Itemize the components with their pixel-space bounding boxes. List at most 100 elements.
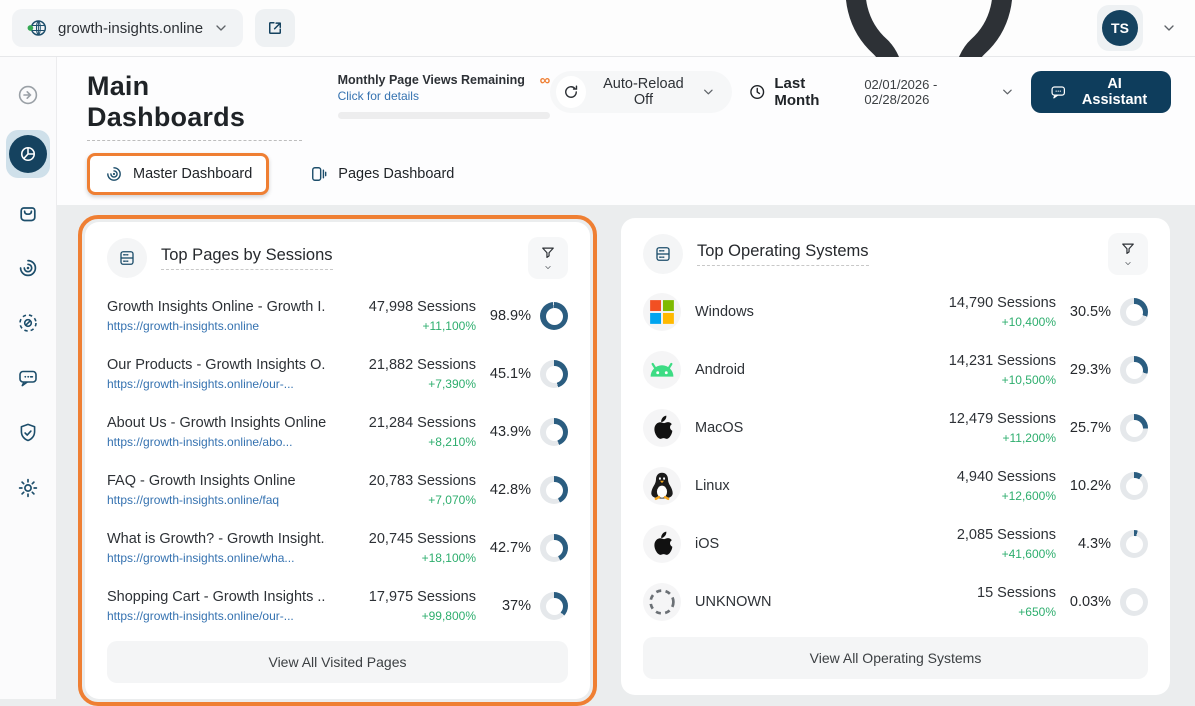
ai-assistant-label: AI Assistant (1076, 76, 1153, 108)
card-title[interactable]: Top Pages by Sessions (161, 246, 333, 270)
sidebar-item[interactable] (6, 75, 50, 115)
sessions-change: +41,600% (906, 547, 1056, 561)
percent-donut (540, 302, 568, 330)
page-url-link[interactable]: https://growth-insights.online (107, 319, 326, 333)
top-os-card: Top Operating Systems Windows 14,790 Ses… (621, 218, 1170, 695)
pageviews-remaining-widget[interactable]: Monthly Page Views Remaining Click for d… (338, 71, 551, 119)
page-row[interactable]: Growth Insights Online - Growth I... htt… (107, 287, 568, 345)
chat-icon (16, 366, 40, 390)
sessions-count: 2,085 Sessions (906, 527, 1056, 543)
pageviews-quota: ∞ (540, 73, 551, 88)
sidebar-item[interactable] (6, 358, 50, 398)
card-title[interactable]: Top Operating Systems (697, 242, 869, 266)
filter-button[interactable] (1108, 233, 1148, 275)
account-menu[interactable]: TS (1097, 5, 1143, 51)
database-icon (117, 248, 137, 268)
view-all-pages-button[interactable]: View All Visited Pages (107, 641, 568, 683)
percent-donut (540, 592, 568, 620)
page-row[interactable]: What is Growth? - Growth Insight... http… (107, 519, 568, 577)
os-row[interactable]: Windows 14,790 Sessions +10,400% 30.5% (643, 283, 1148, 341)
page-url-link[interactable]: https://growth-insights.online/wha... (107, 551, 326, 565)
tab-label: Pages Dashboard (338, 166, 454, 182)
linux-icon (643, 467, 681, 505)
os-name: iOS (695, 536, 906, 552)
sessions-change: +7,070% (326, 493, 476, 507)
bag-icon (16, 201, 40, 225)
date-range-picker[interactable]: 02/01/2026 - 02/28/2026 (864, 77, 1014, 107)
period-label: Last Month (774, 75, 848, 109)
page-row[interactable]: Shopping Cart - Growth Insights ... http… (107, 577, 568, 635)
pageviews-progressbar (338, 112, 551, 119)
chevron-down-icon (542, 263, 554, 272)
sidebar-item[interactable] (6, 468, 50, 508)
os-name: Android (695, 362, 906, 378)
percent-label: 45.1% (490, 366, 531, 382)
sessions-change: +7,390% (326, 377, 476, 391)
radar-icon (16, 256, 40, 280)
page-title: Main Dashboards (87, 71, 302, 141)
os-name: Windows (695, 304, 906, 320)
sidebar-item[interactable] (6, 303, 50, 343)
sessions-count: 21,882 Sessions (326, 357, 476, 373)
view-all-os-button[interactable]: View All Operating Systems (643, 637, 1148, 679)
unknown-icon (643, 583, 681, 621)
apple-icon (643, 409, 681, 447)
page-url-link[interactable]: https://growth-insights.online/abo... (107, 435, 326, 449)
site-globe-icon (26, 17, 48, 39)
date-range-value: 02/01/2026 - 02/28/2026 (864, 77, 995, 107)
dashboard-tab[interactable]: Master Dashboard (87, 153, 269, 195)
os-row[interactable]: Android 14,231 Sessions +10,500% 29.3% (643, 341, 1148, 399)
record-icon (16, 311, 40, 335)
external-link-icon (266, 19, 284, 37)
ai-assistant-button[interactable]: AI Assistant (1031, 71, 1171, 113)
sessions-change: +99,800% (326, 609, 476, 623)
percent-label: 4.3% (1078, 536, 1111, 552)
sessions-change: +650% (906, 605, 1056, 619)
percent-donut (1120, 472, 1148, 500)
page-title-text: What is Growth? - Growth Insight... (107, 531, 326, 547)
sessions-count: 4,940 Sessions (906, 469, 1056, 485)
sessions-count: 21,284 Sessions (326, 415, 476, 431)
page-url-link[interactable]: https://growth-insights.online/faq (107, 493, 326, 507)
account-chevron-down-icon[interactable] (1161, 20, 1177, 36)
domain-selector[interactable]: growth-insights.online (12, 9, 243, 47)
page-row[interactable]: FAQ - Growth Insights Online https://gro… (107, 461, 568, 519)
filter-funnel-icon (539, 244, 557, 262)
sessions-count: 20,783 Sessions (326, 473, 476, 489)
percent-label: 42.7% (490, 540, 531, 556)
refresh-icon (562, 83, 580, 101)
sessions-count: 17,975 Sessions (326, 589, 476, 605)
page-title-text: FAQ - Growth Insights Online (107, 473, 326, 489)
pageviews-details-link[interactable]: Click for details (338, 89, 525, 103)
percent-donut (540, 360, 568, 388)
chevron-down-icon (213, 20, 229, 36)
avatar: TS (1102, 10, 1138, 46)
windows-icon (643, 293, 681, 331)
filter-button[interactable] (528, 237, 568, 279)
percent-donut (540, 534, 568, 562)
sidebar-item[interactable] (6, 130, 50, 178)
topbar: growth-insights.online TS (0, 0, 1195, 57)
pages-list: Growth Insights Online - Growth I... htt… (107, 285, 568, 641)
os-row[interactable]: Linux 4,940 Sessions +12,600% 10.2% (643, 457, 1148, 515)
sessions-count: 15 Sessions (906, 585, 1056, 601)
auto-reload-dropdown[interactable]: Auto-Reload Off (550, 71, 732, 113)
page-url-link[interactable]: https://growth-insights.online/our-... (107, 609, 326, 623)
sidebar-item[interactable] (6, 248, 50, 288)
sidebar-item[interactable] (6, 193, 50, 233)
open-site-button[interactable] (255, 9, 295, 47)
os-row[interactable]: UNKNOWN 15 Sessions +650% 0.03% (643, 573, 1148, 631)
page-row[interactable]: About Us - Growth Insights Online https:… (107, 403, 568, 461)
percent-label: 10.2% (1070, 478, 1111, 494)
dashboard-tab[interactable]: Pages Dashboard (295, 156, 468, 192)
sessions-change: +11,200% (906, 431, 1056, 445)
sidebar-item[interactable] (6, 413, 50, 453)
page-title-text: About Us - Growth Insights Online (107, 415, 326, 431)
os-row[interactable]: iOS 2,085 Sessions +41,600% 4.3% (643, 515, 1148, 573)
percent-donut (1120, 356, 1148, 384)
page-row[interactable]: Our Products - Growth Insights O... http… (107, 345, 568, 403)
filter-funnel-icon (1119, 240, 1137, 258)
domain-name: growth-insights.online (58, 20, 203, 37)
os-row[interactable]: MacOS 12,479 Sessions +11,200% 25.7% (643, 399, 1148, 457)
page-url-link[interactable]: https://growth-insights.online/our-... (107, 377, 326, 391)
